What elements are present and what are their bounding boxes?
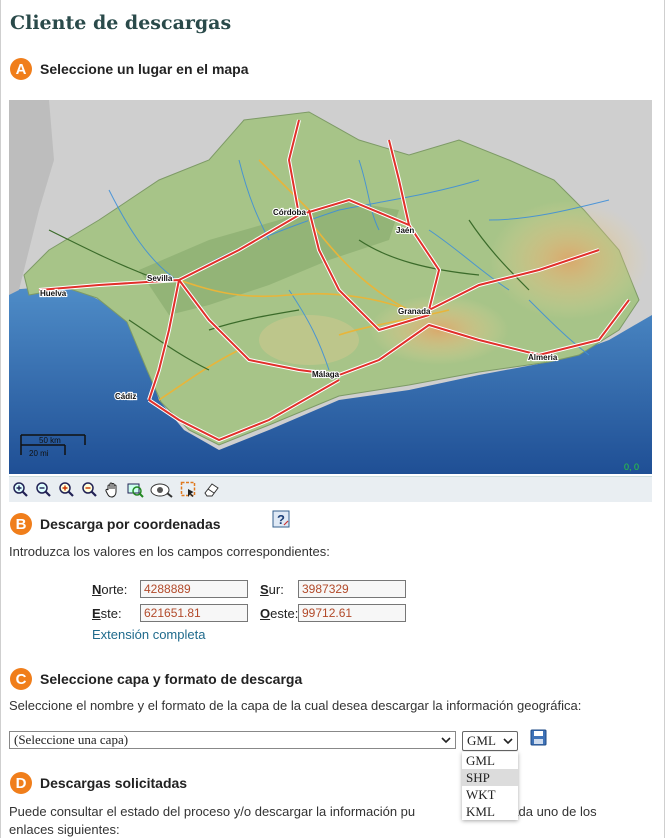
save-disk-icon[interactable] xyxy=(530,729,547,746)
help-icon[interactable]: ? xyxy=(272,510,290,528)
city-jaen: Jaén xyxy=(396,226,414,235)
section-d-line1: Puede consultar el estado del proceso y/… xyxy=(9,804,416,819)
chevron-down-icon xyxy=(441,732,451,748)
city-granada: Granada xyxy=(398,307,431,316)
section-c-title: Seleccione capa y formato de descarga xyxy=(40,671,303,687)
norte-input[interactable] xyxy=(140,580,248,598)
page-title: Cliente de descargas xyxy=(10,12,232,34)
zoom-out-box-icon[interactable] xyxy=(80,480,99,499)
coords-form: Norte: Sur: Este: Oeste: xyxy=(92,578,418,626)
este-label: Este: xyxy=(92,605,122,621)
zoom-out-icon[interactable] xyxy=(34,480,53,499)
section-a-title: Seleccione un lugar en el mapa xyxy=(40,61,249,77)
layer-select[interactable]: (Seleccione una capa) xyxy=(9,731,456,749)
format-dropdown: GML SHP WKT KML xyxy=(462,752,518,820)
city-almeria: Almeria xyxy=(528,353,558,362)
format-option-gml[interactable]: GML xyxy=(462,752,518,769)
map-viewer[interactable]: Córdoba Jaén Sevilla Huelva Granada Alme… xyxy=(9,100,652,474)
oeste-input[interactable] xyxy=(298,604,406,622)
city-sevilla: Sevilla xyxy=(147,274,173,283)
layer-select-value: (Seleccione una capa) xyxy=(14,732,129,747)
section-d-line2: enlaces siguientes: xyxy=(9,822,120,837)
city-cadiz: Cádiz xyxy=(115,392,136,401)
format-option-kml[interactable]: KML xyxy=(462,803,518,820)
coord-readout: 0, 0 xyxy=(624,462,639,472)
section-a-header: A Seleccione un lugar en el mapa xyxy=(10,58,249,80)
oeste-label: Oeste: xyxy=(260,605,299,621)
eraser-icon[interactable] xyxy=(202,480,221,499)
scale-mi: 20 mi xyxy=(29,449,49,458)
zoom-extent-icon[interactable] xyxy=(126,480,145,499)
section-d-text: Puede consultar el estado del proceso y/… xyxy=(9,803,654,839)
section-d-header: D Descargas solicitadas xyxy=(10,772,187,794)
sur-input[interactable] xyxy=(298,580,406,598)
city-malaga: Málaga xyxy=(312,370,340,379)
norte-label: Norte: xyxy=(92,581,128,597)
zoom-in-icon[interactable] xyxy=(11,480,30,499)
section-a-badge: A xyxy=(10,58,32,80)
city-huelva: Huelva xyxy=(40,289,67,298)
format-option-wkt[interactable]: WKT xyxy=(462,786,518,803)
section-b-intro: Introduzca los valores en los campos cor… xyxy=(9,544,330,559)
section-b-badge: B xyxy=(10,513,32,535)
sur-label: Sur: xyxy=(260,581,284,597)
section-b-header: B Descarga por coordenadas xyxy=(10,513,221,535)
format-option-shp[interactable]: SHP xyxy=(462,769,518,786)
section-c-badge: C xyxy=(10,668,32,690)
section-b-title: Descarga por coordenadas xyxy=(40,516,221,532)
identify-icon[interactable] xyxy=(149,480,175,499)
select-box-icon[interactable] xyxy=(179,480,198,499)
city-cordoba: Córdoba xyxy=(273,208,306,217)
section-d-badge: D xyxy=(10,772,32,794)
section-d-title: Descargas solicitadas xyxy=(40,775,188,791)
section-c-header: C Seleccione capa y formato de descarga xyxy=(10,668,302,690)
este-input[interactable] xyxy=(140,604,248,622)
section-c-intro: Seleccione el nombre y el formato de la … xyxy=(9,698,582,713)
map-toolbar xyxy=(9,476,652,502)
zoom-in-box-icon[interactable] xyxy=(57,480,76,499)
extension-completa-link[interactable]: Extensión completa xyxy=(92,627,205,642)
format-select[interactable]: GML xyxy=(462,731,518,751)
chevron-down-icon xyxy=(503,733,513,749)
scale-km: 50 km xyxy=(39,436,61,445)
format-select-value: GML xyxy=(467,733,496,748)
pan-hand-icon[interactable] xyxy=(103,480,122,499)
